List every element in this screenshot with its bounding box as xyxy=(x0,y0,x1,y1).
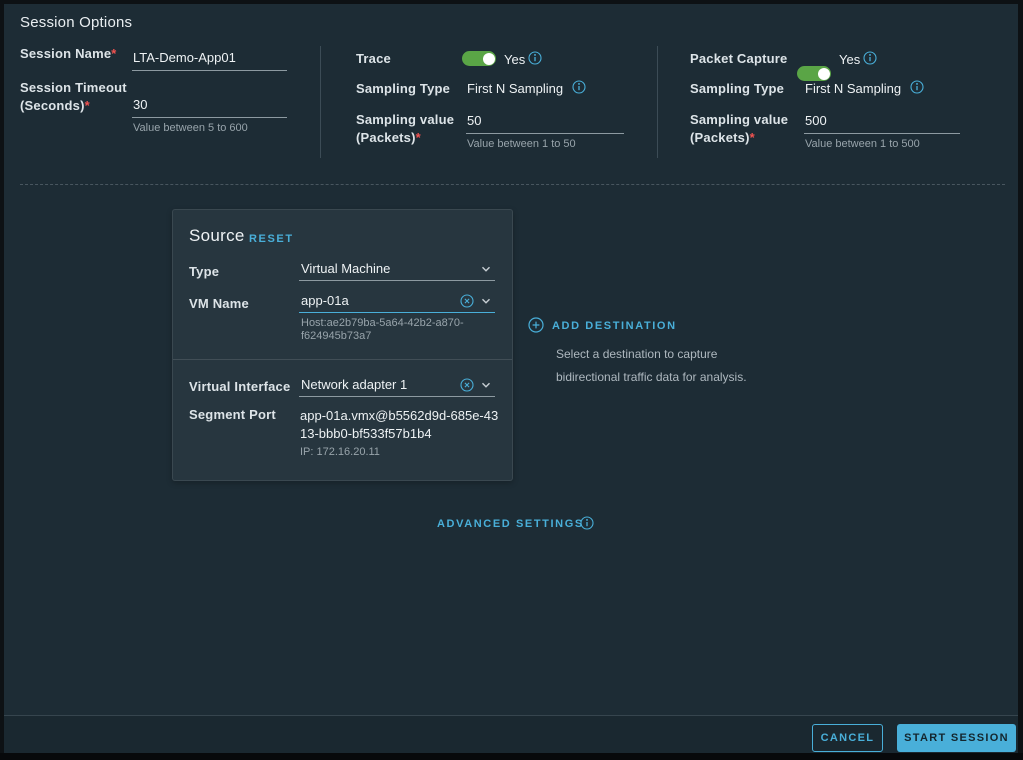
source-card-title: Source xyxy=(189,226,245,246)
bottom-strip xyxy=(0,753,1023,760)
trace-toggle-state: Yes xyxy=(504,52,525,67)
pc-sampling-value-input[interactable] xyxy=(804,113,960,134)
page-title: Session Options xyxy=(20,14,132,31)
pc-sampling-type-value: First N Sampling xyxy=(805,81,901,96)
source-card: Source RESET Type Virtual Machine VM Nam… xyxy=(172,209,513,481)
session-timeout-hint: Value between 5 to 600 xyxy=(133,122,248,134)
info-icon[interactable] xyxy=(572,80,586,94)
info-icon[interactable] xyxy=(910,80,924,94)
virtual-interface-value: Network adapter 1 xyxy=(301,377,407,392)
packet-capture-label: Packet Capture xyxy=(690,51,787,66)
trace-sampling-type-label: Sampling Type xyxy=(356,81,450,96)
start-session-button[interactable]: START SESSION xyxy=(897,724,1016,752)
info-icon[interactable] xyxy=(863,51,877,65)
clear-selection-icon[interactable] xyxy=(460,294,474,308)
source-type-label: Type xyxy=(189,264,219,279)
session-options-screen: Session Options Session Name* Session Ti… xyxy=(0,0,1023,760)
trace-toggle[interactable] xyxy=(462,51,496,66)
vm-name-select[interactable]: app-01a xyxy=(299,293,495,313)
pc-sampling-type-label: Sampling Type xyxy=(690,81,784,96)
segment-port-label: Segment Port xyxy=(189,407,276,422)
required-asterisk: * xyxy=(85,98,90,113)
packet-capture-toggle-state: Yes xyxy=(839,52,860,67)
source-type-value: Virtual Machine xyxy=(301,261,390,276)
trace-label: Trace xyxy=(356,51,391,66)
vm-host-hint: Host:ae2b79ba-5a64-42b2-a870- f624945b73… xyxy=(301,317,464,343)
toggle-knob xyxy=(818,68,830,80)
segment-port-value: app-01a.vmx@b5562d9d-685e-43 13-bbb0-bf5… xyxy=(300,407,502,443)
session-name-label: Session Name* xyxy=(20,46,117,61)
segment-port-ip: IP: 172.16.20.11 xyxy=(300,446,380,458)
advanced-settings-button[interactable]: ADVANCED SETTINGS xyxy=(437,518,584,530)
chevron-down-icon[interactable] xyxy=(480,295,492,307)
reset-button[interactable]: RESET xyxy=(249,233,294,245)
source-type-select[interactable]: Virtual Machine xyxy=(299,261,495,281)
toggle-knob xyxy=(483,53,495,65)
trace-sampling-hint: Value between 1 to 50 xyxy=(467,138,576,150)
section-divider xyxy=(20,184,1005,185)
required-asterisk: * xyxy=(750,130,755,145)
trace-sampling-type-value: First N Sampling xyxy=(467,81,563,96)
packet-capture-toggle[interactable] xyxy=(797,66,831,81)
vm-name-value: app-01a xyxy=(301,293,349,308)
plus-circle-icon[interactable] xyxy=(528,317,544,333)
chevron-down-icon[interactable] xyxy=(480,263,492,275)
virtual-interface-select[interactable]: Network adapter 1 xyxy=(299,377,495,397)
add-destination-button[interactable]: ADD DESTINATION xyxy=(552,320,677,332)
virtual-interface-label: Virtual Interface xyxy=(189,379,290,394)
cancel-button[interactable]: CANCEL xyxy=(812,724,883,752)
destination-hint-line1: Select a destination to capture xyxy=(556,347,717,361)
chevron-down-icon[interactable] xyxy=(480,379,492,391)
session-timeout-input[interactable] xyxy=(132,97,287,118)
required-asterisk: * xyxy=(111,46,116,61)
clear-selection-icon[interactable] xyxy=(460,378,474,392)
column-divider xyxy=(320,46,321,158)
trace-sampling-value-label: Sampling value (Packets)* xyxy=(356,111,454,147)
required-asterisk: * xyxy=(416,130,421,145)
pc-sampling-value-label: Sampling value (Packets)* xyxy=(690,111,788,147)
vm-name-label: VM Name xyxy=(189,296,249,311)
session-name-input[interactable] xyxy=(132,50,287,71)
info-icon[interactable] xyxy=(528,51,542,65)
pc-sampling-hint: Value between 1 to 500 xyxy=(805,138,920,150)
trace-sampling-value-input[interactable] xyxy=(466,113,624,134)
session-timeout-label: Session Timeout (Seconds)* xyxy=(20,79,127,115)
info-icon[interactable] xyxy=(580,516,594,530)
card-divider xyxy=(173,359,512,360)
destination-hint-line2: bidirectional traffic data for analysis. xyxy=(556,370,747,384)
column-divider xyxy=(657,46,658,158)
